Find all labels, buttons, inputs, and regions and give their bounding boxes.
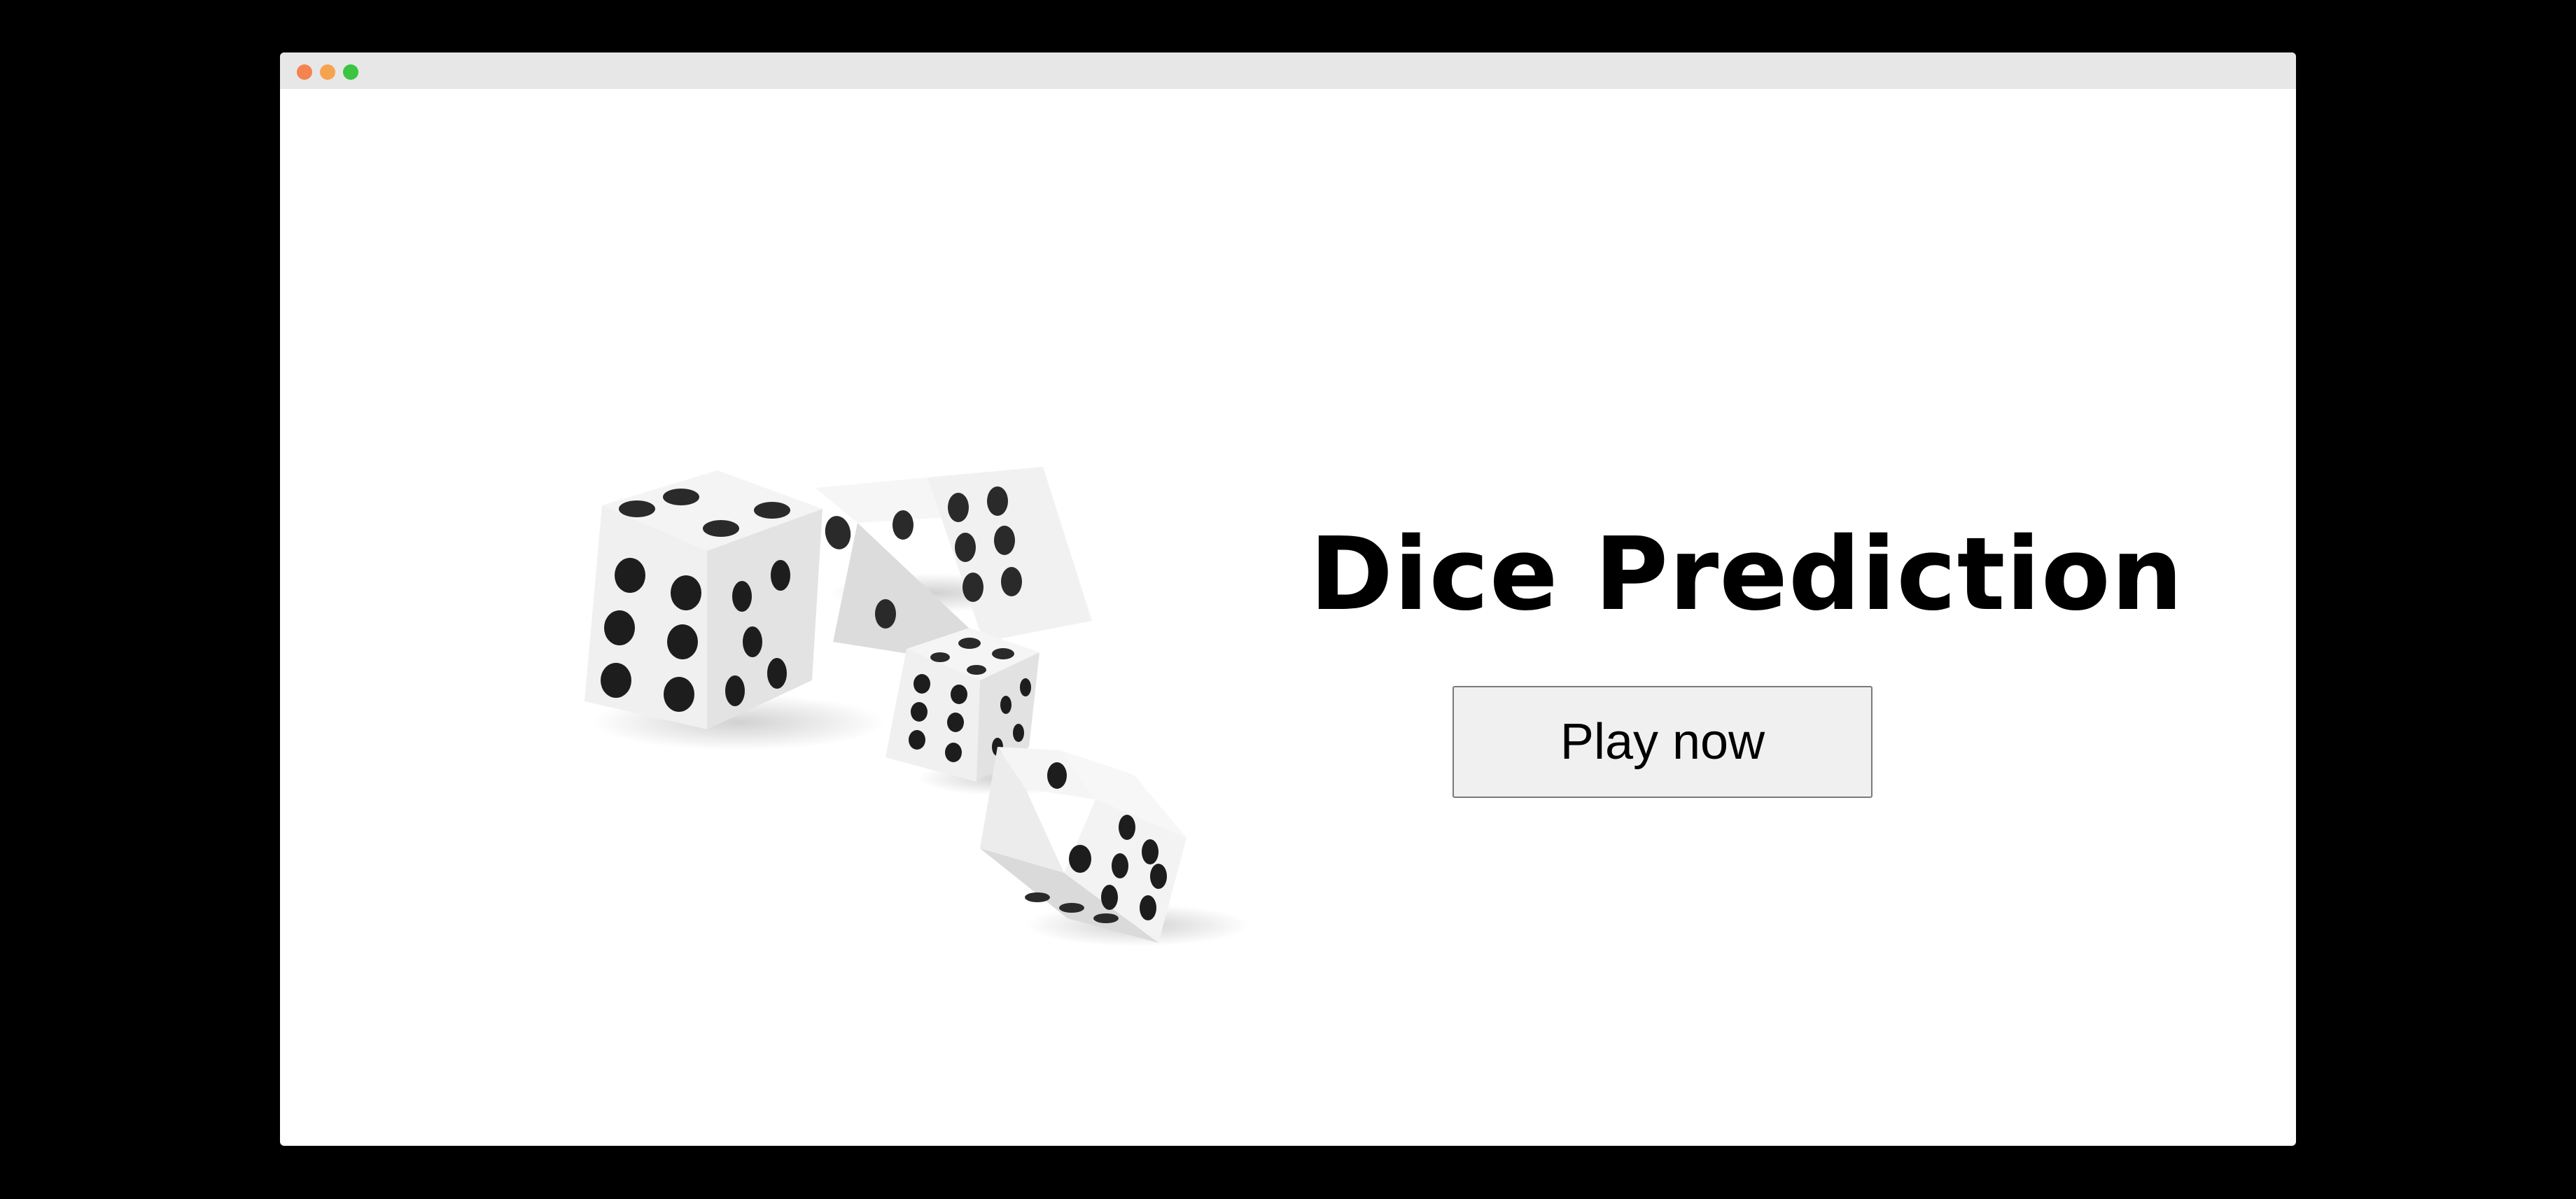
- bottom-die: [980, 747, 1186, 943]
- large-die: [584, 470, 822, 729]
- page-content: Dice Prediction Play now: [280, 89, 2296, 1146]
- browser-window: Dice Prediction Play now: [280, 52, 2296, 1146]
- close-window-button[interactable]: [297, 64, 312, 80]
- page-title: Dice Prediction: [1309, 515, 2184, 633]
- minimize-window-button[interactable]: [320, 64, 335, 80]
- window-titlebar: [280, 52, 2296, 89]
- dice-illustration-icon: [584, 467, 1250, 946]
- zoom-window-button[interactable]: [343, 64, 358, 80]
- play-now-button[interactable]: Play now: [1452, 686, 1872, 798]
